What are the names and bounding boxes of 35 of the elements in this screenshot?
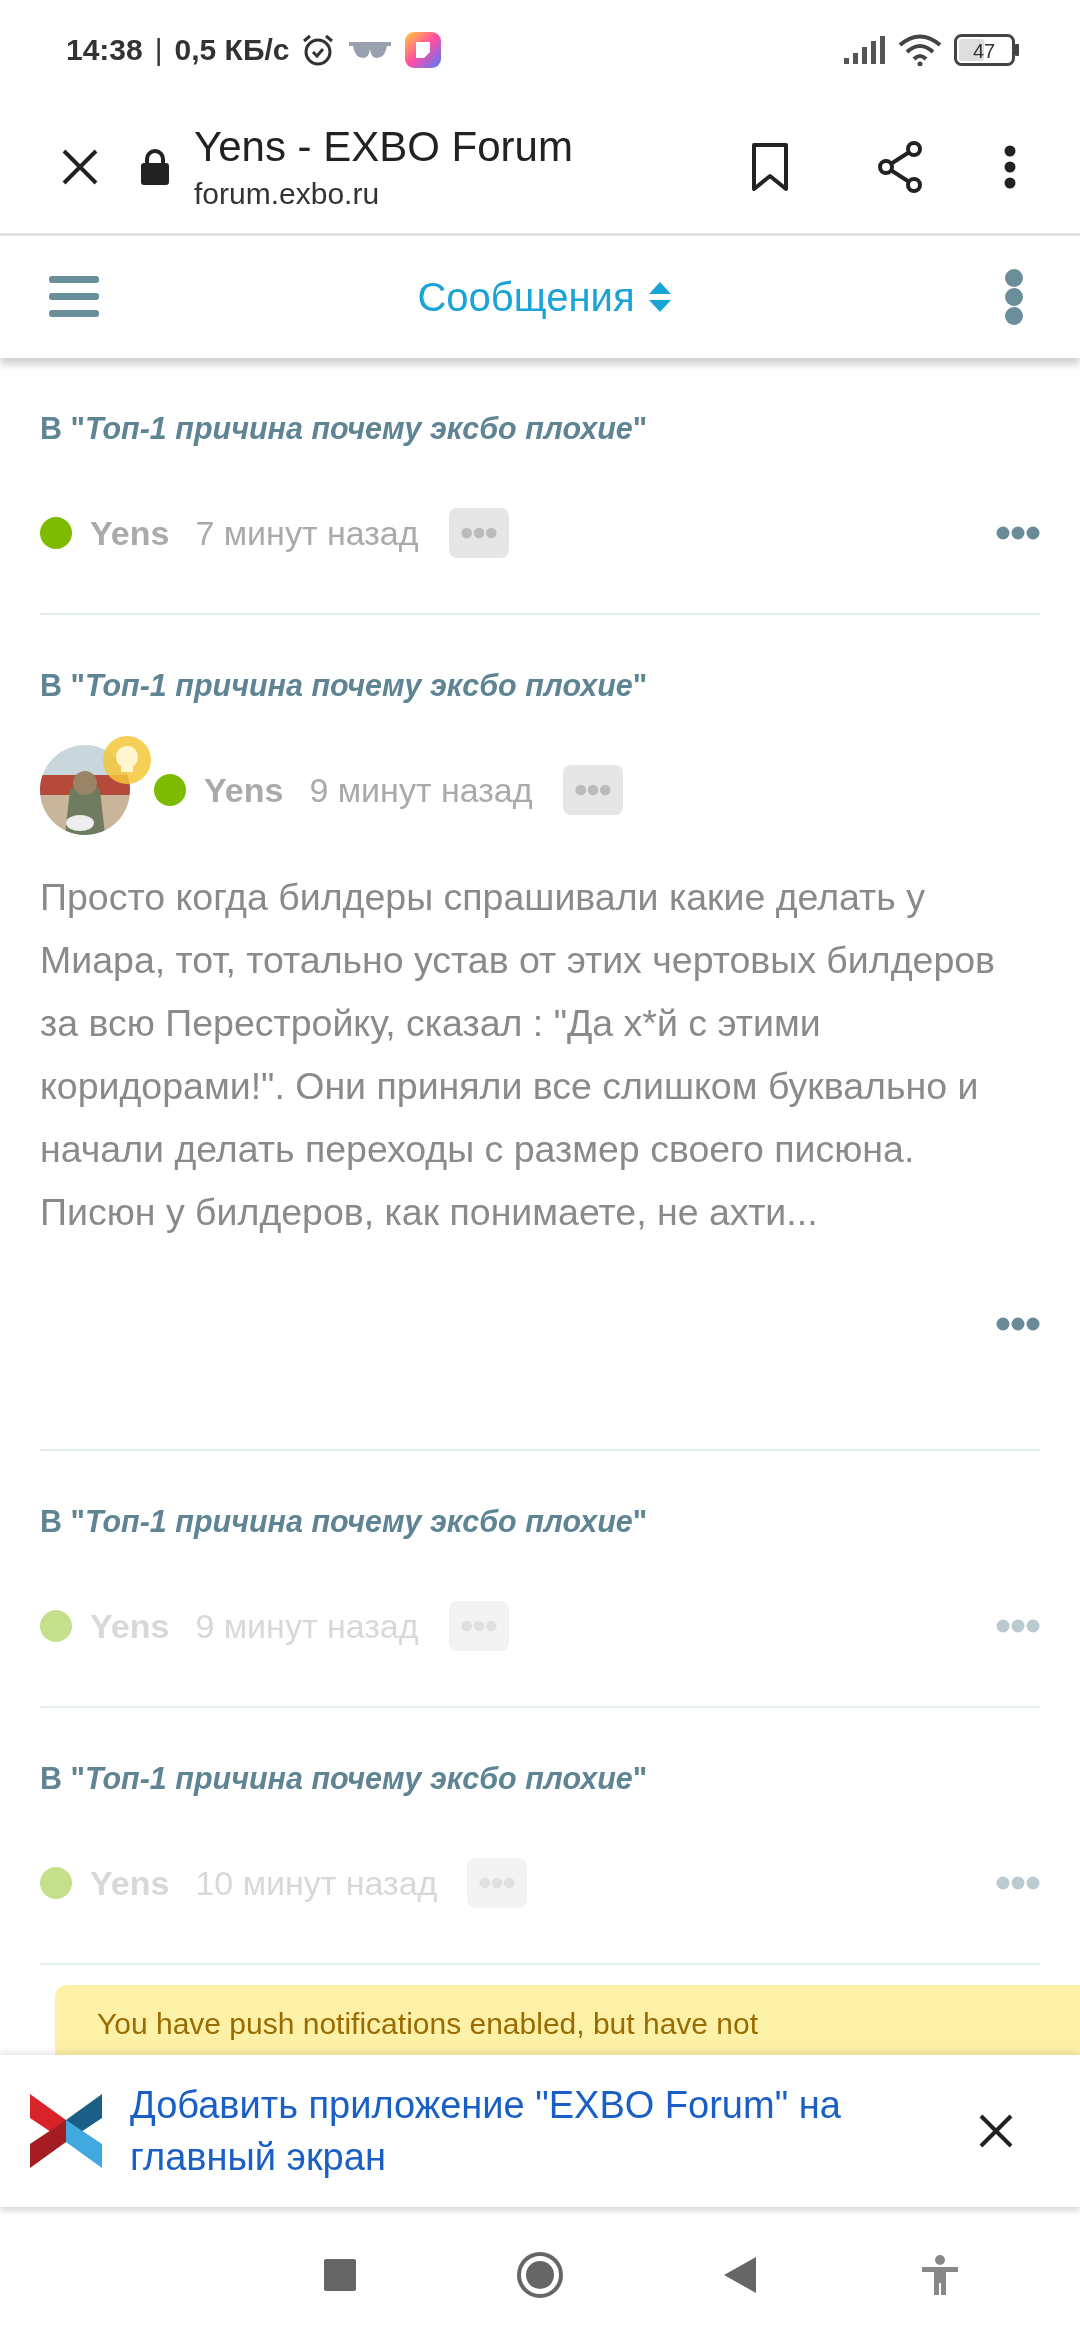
topic-link[interactable]: В "Топ-1 причина почему эксбо плохие"	[40, 665, 648, 705]
page-title: Yens - EXBO Forum	[194, 122, 574, 171]
sunglasses-icon	[347, 39, 394, 61]
post-time: 9 минут назад	[309, 770, 533, 810]
lock-icon	[140, 147, 170, 186]
more-actions-button[interactable]	[996, 526, 1040, 540]
author-name[interactable]: Yens	[204, 770, 284, 810]
ellipsis-icon	[460, 526, 497, 540]
topic-link[interactable]: В "Топ-1 причина почему эксбо плохие"	[40, 408, 648, 448]
sort-arrows-icon	[648, 282, 671, 312]
topic-link[interactable]: В "Топ-1 причина почему эксбо плохие"	[40, 1758, 648, 1798]
ellipsis-icon	[996, 1317, 1040, 1331]
page-url: forum.exbo.ru	[194, 176, 381, 211]
alert-text: You have push notifications enabled, but have not	[97, 2007, 759, 2040]
ellipsis-icon	[996, 526, 1040, 540]
expand-button[interactable]	[562, 765, 623, 815]
ellipsis-icon	[574, 783, 611, 797]
status-time: 14:38	[66, 33, 143, 67]
status-divider: |	[154, 33, 163, 67]
post-time: 7 минут назад	[195, 513, 419, 553]
section-dropdown[interactable]: Сообщения	[417, 274, 671, 320]
more-actions-button[interactable]	[996, 1317, 1040, 1331]
ellipsis-icon	[996, 1619, 1040, 1633]
alarm-clock-icon	[301, 33, 336, 67]
signal-icon	[844, 36, 886, 64]
network-speed: 0,5 КБ/с	[174, 33, 290, 67]
author-name[interactable]: Yens	[90, 513, 170, 553]
expand-button[interactable]	[448, 508, 509, 558]
app-notification-icon	[405, 32, 442, 68]
topic-link[interactable]: В "Топ-1 причина почему эксбо плохие"	[40, 1501, 648, 1541]
app-logo-icon	[30, 2094, 102, 2168]
wifi-icon	[898, 34, 942, 66]
ellipsis-icon	[996, 1876, 1040, 1890]
add-to-home-screen-link[interactable]: Добавить приложение "EXBO Forum" на главный экран	[130, 2079, 850, 2183]
post-text: Просто когда билдеры спрашивали какие делать у Миара, тот, тотально устав от этих чертовых билдеров за всю Перестройку, сказал : "Да х*й с этими коридорами!". Они приняли все слишком буквально и начали делать переходы с размер своего писюна. Писюн у билдеров, как понимаете, не ахти...	[40, 875, 997, 1235]
